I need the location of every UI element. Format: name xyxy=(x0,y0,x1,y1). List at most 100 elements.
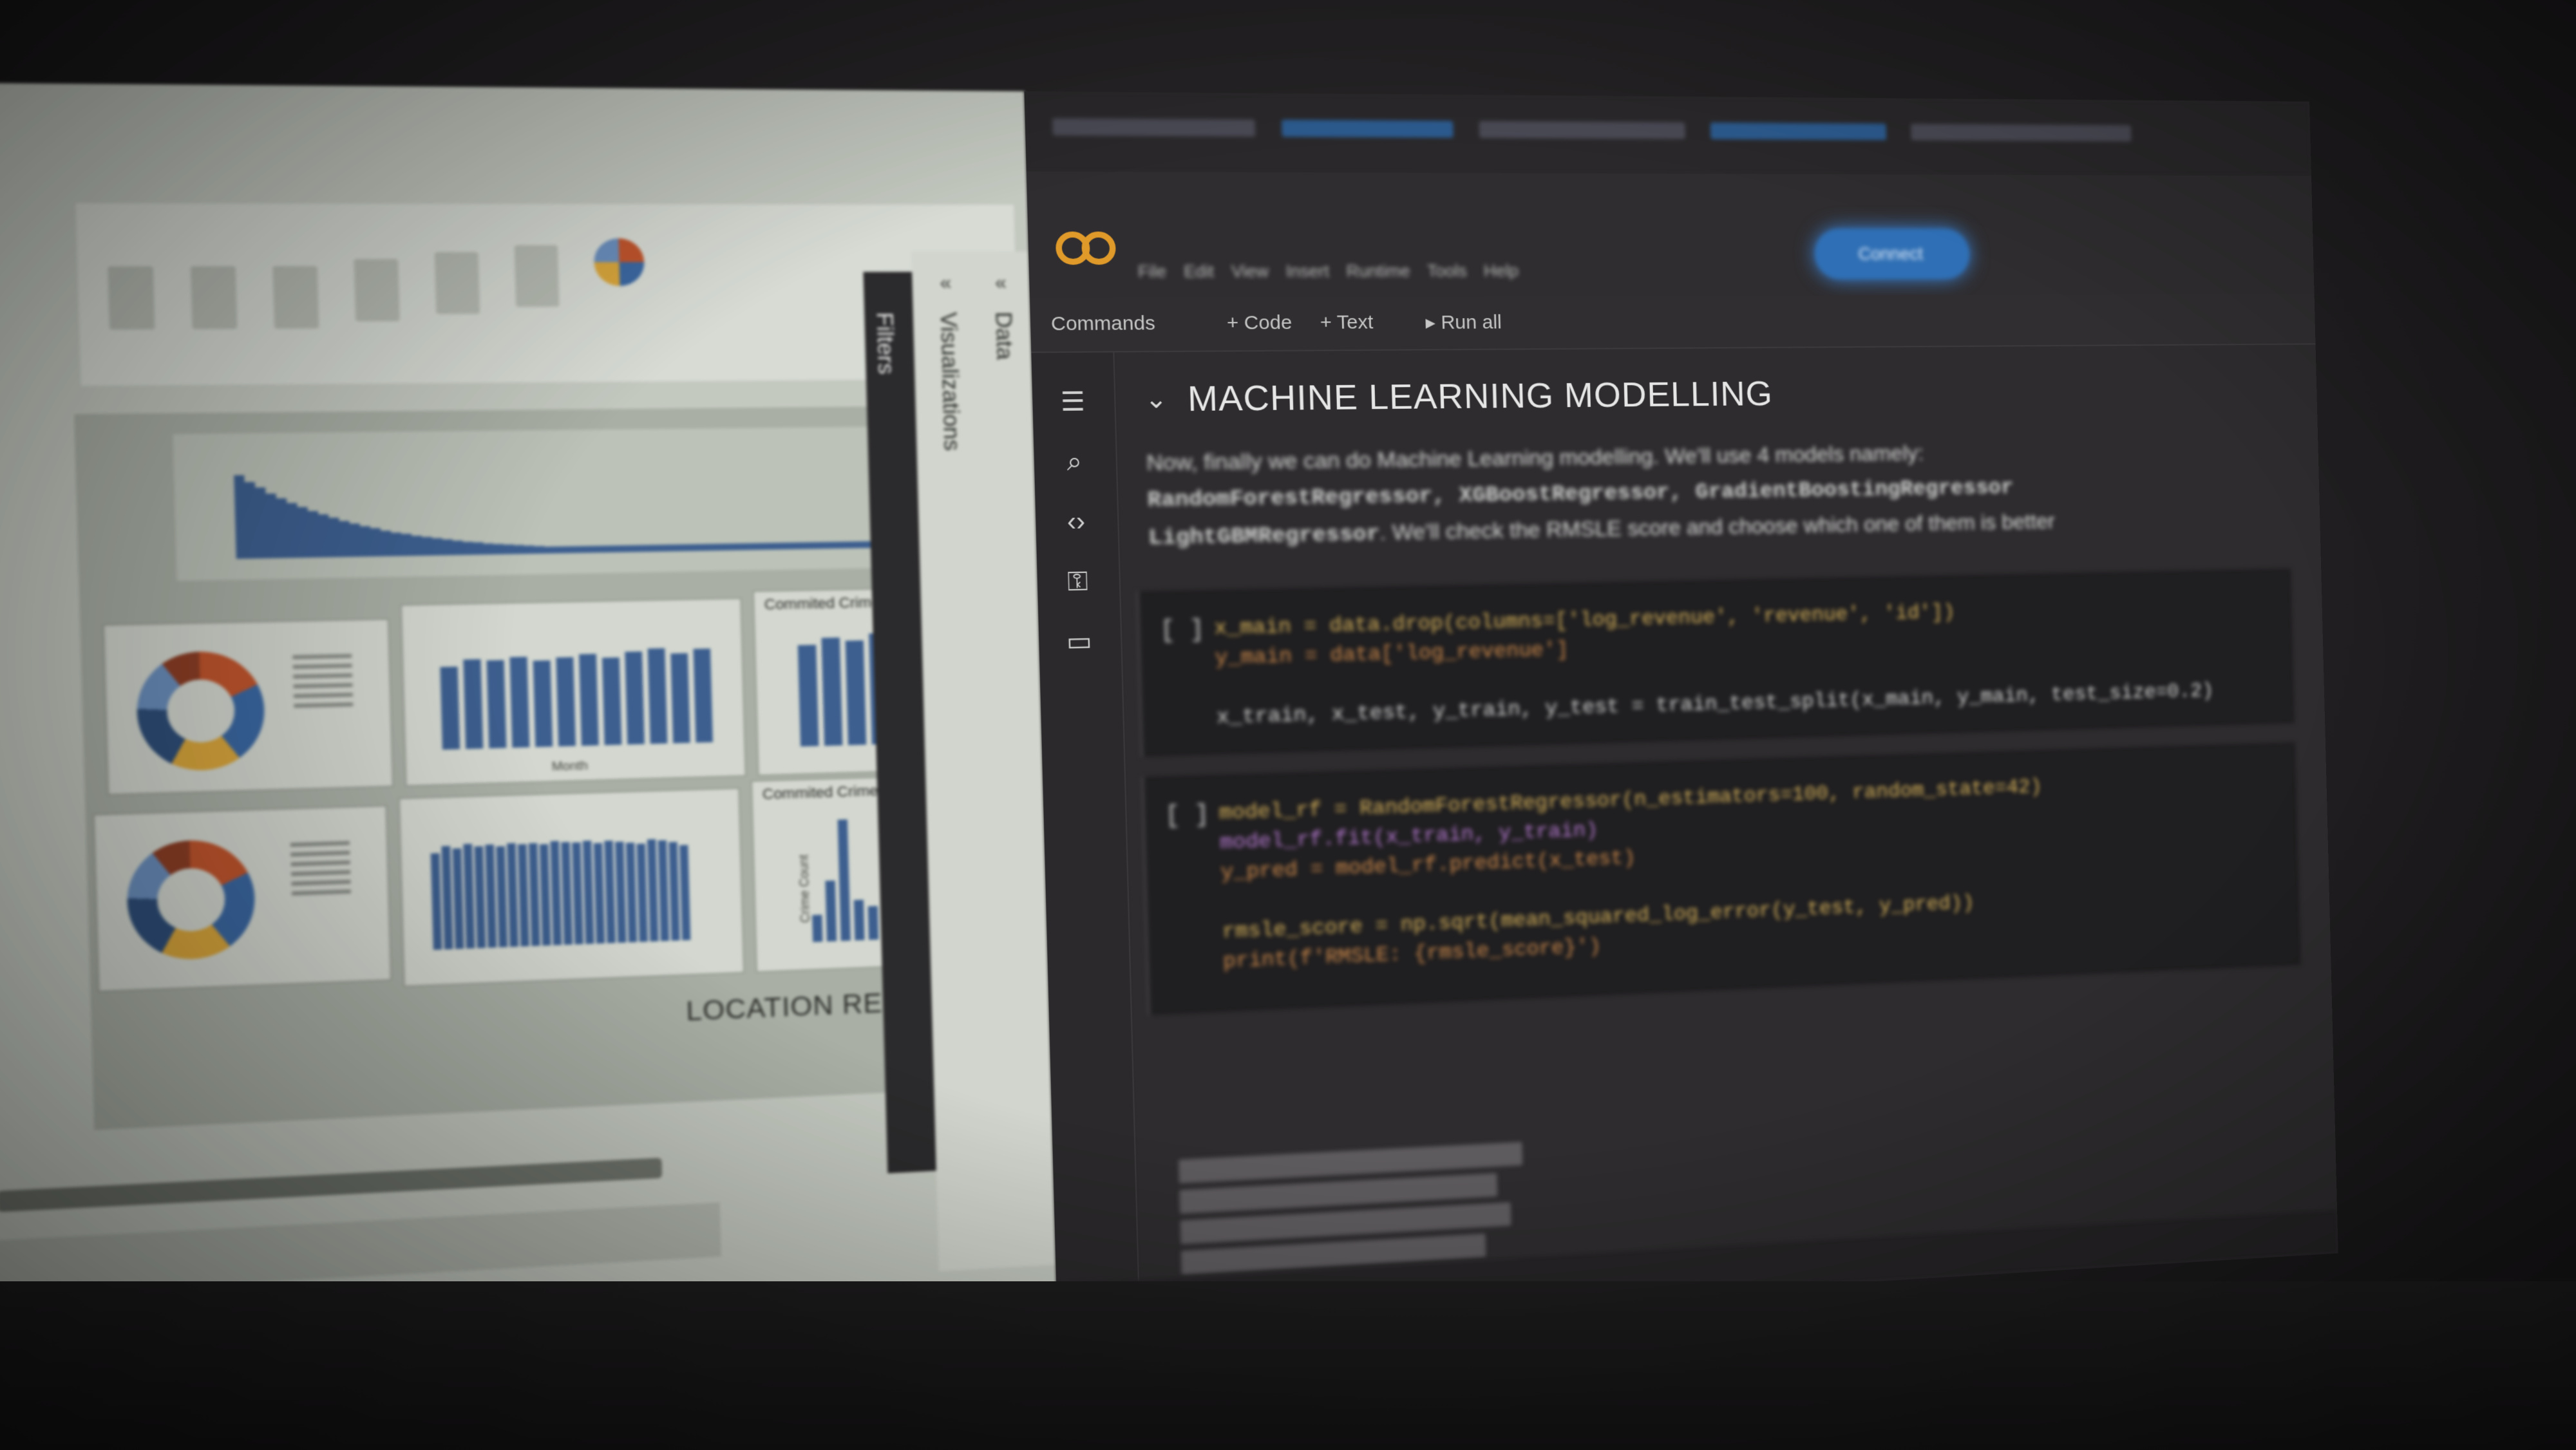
chart-bar xyxy=(474,846,486,948)
chart-bar xyxy=(381,530,392,557)
ribbon-button-icon[interactable] xyxy=(354,259,400,322)
chart-bar xyxy=(534,546,545,554)
notebook-toolbar: Commands + Code + Text ▸ Run all xyxy=(1030,294,2316,353)
chart-bar xyxy=(714,543,725,551)
chart-bar xyxy=(647,648,668,744)
chart-bar xyxy=(328,518,341,558)
x-axis-label: Month xyxy=(551,758,589,774)
chart-bar xyxy=(473,542,484,555)
browser-tab[interactable] xyxy=(1281,119,1454,138)
run-cell-button[interactable]: [ ] xyxy=(1160,616,1204,645)
chart-icon[interactable] xyxy=(593,238,645,287)
chart-bar xyxy=(440,666,460,750)
paragraph-text: Now, finally we can do Machine Learning … xyxy=(1146,440,1924,476)
collapse-chevron-icon[interactable]: « xyxy=(995,272,1007,294)
monitor-bottom-bezel xyxy=(0,1281,2576,1450)
chart-bar xyxy=(724,543,735,551)
menu-item[interactable]: Insert xyxy=(1285,261,1329,282)
notebook-content: ⌄ MACHINE LEARNING MODELLING Now, finall… xyxy=(1116,344,2338,1326)
ribbon-button-icon[interactable] xyxy=(272,266,319,329)
chart-bar xyxy=(797,645,819,747)
chart-bar xyxy=(349,523,361,557)
collapse-chevron-icon[interactable]: « xyxy=(940,272,952,294)
top-bar-chart xyxy=(173,426,955,581)
menu-item[interactable]: View xyxy=(1231,261,1269,282)
bar-series xyxy=(430,837,691,950)
files-folder-icon[interactable]: ▭ xyxy=(1063,625,1096,658)
chart-bar xyxy=(579,654,599,746)
bar-chart-visual-2[interactable] xyxy=(398,787,745,987)
menu-item[interactable]: Help xyxy=(1483,261,1519,281)
add-text-button[interactable]: + Text xyxy=(1320,312,1373,334)
chart-bar xyxy=(852,541,863,549)
horizontal-scrollbar[interactable] xyxy=(0,1158,663,1212)
chart-bar xyxy=(670,653,690,744)
chart-bar xyxy=(604,840,616,943)
find-icon[interactable]: ⌕ xyxy=(1057,446,1091,478)
bar-chart-visual[interactable]: Month xyxy=(400,598,746,787)
ribbon-button-icon[interactable] xyxy=(190,266,238,330)
chart-bar xyxy=(524,545,535,554)
chart-bar xyxy=(601,657,622,746)
chart-bar xyxy=(625,545,636,552)
chart-bar xyxy=(318,514,330,558)
chart-bar xyxy=(307,511,320,558)
section-header[interactable]: ⌄ MACHINE LEARNING MODELLING xyxy=(1144,373,1774,420)
chart-bar xyxy=(412,535,422,556)
ribbon-button-icon[interactable] xyxy=(108,266,155,330)
ribbon-button-icon[interactable] xyxy=(514,245,560,307)
donut-chart-visual[interactable] xyxy=(102,618,394,796)
browser-tab[interactable] xyxy=(1479,120,1685,139)
chart-bar xyxy=(744,543,755,551)
chart-bar xyxy=(636,843,648,942)
chart-bar xyxy=(821,637,843,746)
browser-tab[interactable] xyxy=(1911,124,2132,142)
chart-bar xyxy=(452,848,464,949)
chart-bar xyxy=(441,845,453,950)
menu-item[interactable]: Runtime xyxy=(1346,261,1410,281)
code-cell[interactable]: [ ] x_main = data.drop(columns=['log_rev… xyxy=(1136,568,2295,757)
markdown-cell[interactable]: Now, finally we can do Machine Learning … xyxy=(1146,433,2168,557)
chart-bar xyxy=(493,543,504,555)
chart-bar xyxy=(645,545,656,552)
commands-button[interactable]: Commands xyxy=(1051,312,1156,335)
powerbi-window: Month Commited Crimes per Year Commited … xyxy=(0,82,1058,1401)
filters-label[interactable]: Filters xyxy=(871,312,900,375)
chart-bar xyxy=(685,544,695,551)
menu-item[interactable]: File xyxy=(1138,261,1167,282)
code-snippets-icon[interactable]: ‹› xyxy=(1059,505,1093,538)
visualizations-label[interactable]: Visualizations xyxy=(934,312,965,451)
code-cell[interactable]: [ ] model_rf = RandomForestRegressor(n_e… xyxy=(1141,742,2301,1015)
run-all-button[interactable]: ▸ Run all xyxy=(1425,311,1502,334)
chart-bar xyxy=(533,660,553,748)
chart-bar xyxy=(813,541,824,549)
chart-bar xyxy=(658,840,670,941)
code-line: y_main = data['log_revenue'] xyxy=(1215,637,1569,670)
menu-item[interactable]: Tools xyxy=(1427,261,1467,281)
browser-tab[interactable] xyxy=(1710,122,1887,140)
chart-bar xyxy=(528,843,540,946)
chart-bar xyxy=(391,532,402,556)
section-title: MACHINE LEARNING MODELLING xyxy=(1187,374,1774,419)
chart-bar xyxy=(463,659,484,749)
chart-bar xyxy=(339,520,351,558)
chart-bar xyxy=(544,546,555,554)
donut-chart xyxy=(125,838,257,962)
chart-bar xyxy=(734,543,744,551)
legend xyxy=(290,835,352,901)
collapse-chevron-icon[interactable]: ⌄ xyxy=(1144,384,1168,415)
add-code-button[interactable]: + Code xyxy=(1227,312,1293,334)
chart-bar xyxy=(513,545,525,554)
connect-button[interactable]: Connect xyxy=(1814,228,1971,280)
data-label[interactable]: Data xyxy=(990,312,1018,360)
chart-bar xyxy=(463,843,475,949)
donut-chart-visual-2[interactable] xyxy=(93,805,392,993)
ribbon-button-icon[interactable] xyxy=(434,252,480,314)
run-cell-button[interactable]: [ ] xyxy=(1165,801,1209,829)
browser-tab[interactable] xyxy=(1052,118,1256,137)
table-of-contents-icon[interactable]: ☰ xyxy=(1056,386,1090,418)
secrets-key-icon[interactable]: ⚿ xyxy=(1061,565,1094,598)
chart-bar xyxy=(430,853,442,950)
code-line: x_train, x_test, y_train, y_test = train… xyxy=(1216,679,2214,730)
menu-item[interactable]: Edit xyxy=(1184,261,1215,282)
